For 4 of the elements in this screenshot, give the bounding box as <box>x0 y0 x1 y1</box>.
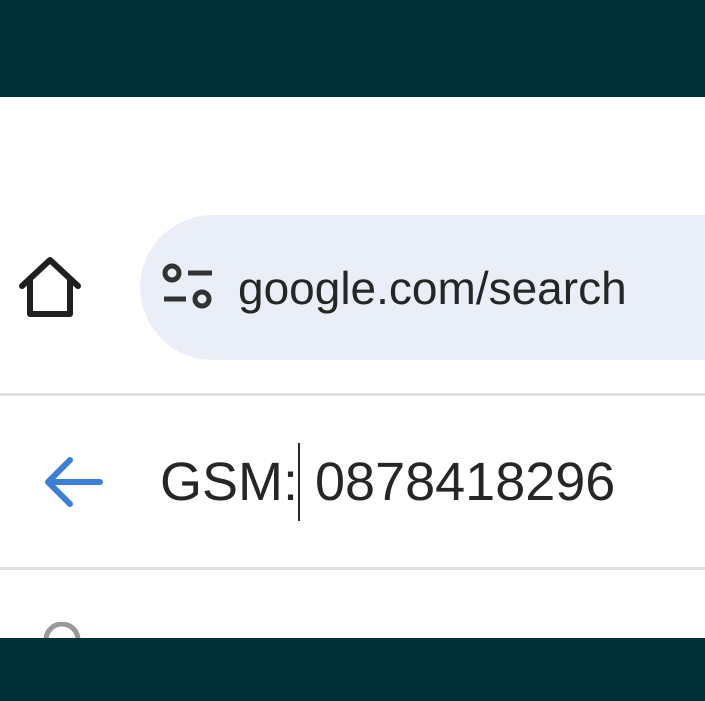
address-bar[interactable]: google.com/search <box>140 215 705 360</box>
back-arrow-icon <box>42 454 104 508</box>
search-input-field[interactable]: GSM: 0878418296 <box>160 436 616 526</box>
home-icon <box>16 256 84 320</box>
